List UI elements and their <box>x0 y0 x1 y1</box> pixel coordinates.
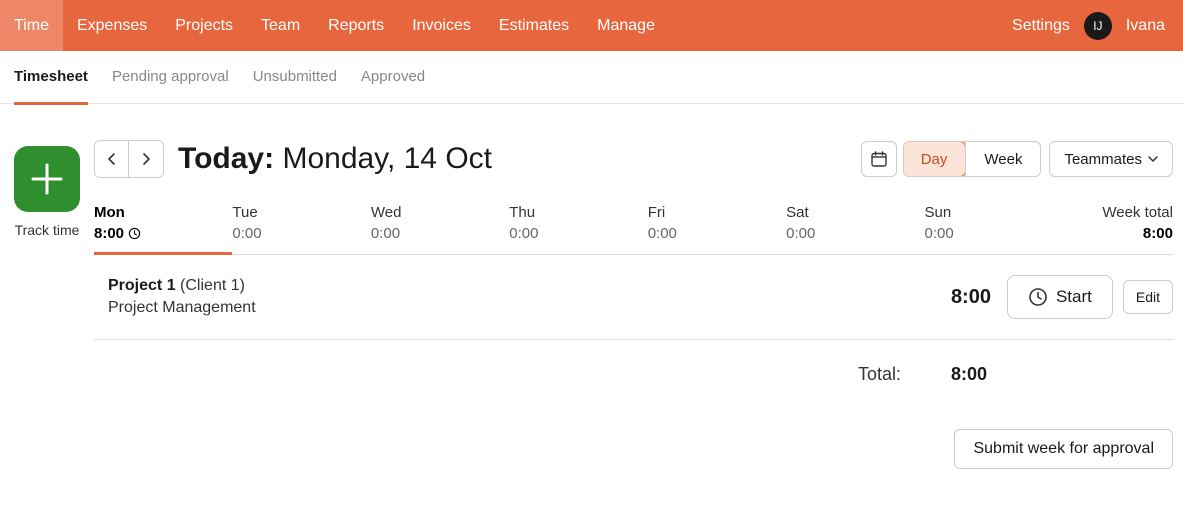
teammates-label: Teammates <box>1064 151 1142 168</box>
avatar[interactable]: IJ <box>1084 12 1112 40</box>
day-wed[interactable]: Wed 0:00 <box>371 204 509 254</box>
clock-icon <box>128 227 141 240</box>
day-strip: Mon 8:00 Tue 0:00 Wed 0:00 Thu 0:00 Fri … <box>94 204 1173 255</box>
tab-pending-approval[interactable]: Pending approval <box>112 51 229 105</box>
submit-row: Submit week for approval <box>94 429 1173 469</box>
clock-icon <box>1028 287 1048 307</box>
nav-reports[interactable]: Reports <box>314 0 398 51</box>
plus-icon <box>27 159 67 199</box>
nav-team[interactable]: Team <box>247 0 314 51</box>
topnav-right: Settings IJ Ivana <box>1012 12 1183 40</box>
day-name: Sun <box>925 204 1063 221</box>
day-thu[interactable]: Thu 0:00 <box>509 204 647 254</box>
track-time-label: Track time <box>0 222 94 238</box>
edit-button[interactable]: Edit <box>1123 280 1173 314</box>
view-week[interactable]: Week <box>965 142 1040 176</box>
nav-expenses[interactable]: Expenses <box>63 0 161 51</box>
chevron-down-icon <box>1148 154 1158 164</box>
start-label: Start <box>1056 287 1092 307</box>
day-sun[interactable]: Sun 0:00 <box>925 204 1063 254</box>
day-name: Thu <box>509 204 647 221</box>
entry-hours: 8:00 <box>901 286 991 309</box>
day-tue[interactable]: Tue 0:00 <box>232 204 370 254</box>
total-row: Total: 8:00 <box>94 340 1173 409</box>
total-value: 8:00 <box>931 364 987 385</box>
track-time-button[interactable] <box>14 146 80 212</box>
calendar-button[interactable] <box>861 141 897 177</box>
main: Track time Today: Monday, 14 Oct Da <box>0 104 1183 469</box>
nav-time[interactable]: Time <box>0 0 63 51</box>
day-sat[interactable]: Sat 0:00 <box>786 204 924 254</box>
topnav-left: Time Expenses Projects Team Reports Invo… <box>0 0 669 51</box>
day-time: 0:00 <box>648 225 786 242</box>
entry-client: (Client 1) <box>180 277 245 294</box>
entry-project: Project 1 <box>108 277 176 294</box>
day-time: 0:00 <box>786 225 924 242</box>
day-fri[interactable]: Fri 0:00 <box>648 204 786 254</box>
topnav: Time Expenses Projects Team Reports Invo… <box>0 0 1183 51</box>
nav-estimates[interactable]: Estimates <box>485 0 583 51</box>
day-name: Wed <box>371 204 509 221</box>
nav-manage[interactable]: Manage <box>583 0 669 51</box>
day-name: Mon <box>94 204 232 221</box>
nav-projects[interactable]: Projects <box>161 0 247 51</box>
day-mon[interactable]: Mon 8:00 <box>94 204 232 255</box>
week-total-time: 8:00 <box>1063 225 1173 242</box>
entry-info: Project 1 (Client 1) Project Management <box>108 277 901 317</box>
view-toggle: Day Week <box>903 141 1042 177</box>
content: Today: Monday, 14 Oct Day Week Teammates… <box>94 140 1183 469</box>
day-name: Sat <box>786 204 924 221</box>
side-column: Track time <box>0 140 94 469</box>
tab-approved[interactable]: Approved <box>361 51 425 105</box>
week-total: Week total 8:00 <box>1063 204 1173 254</box>
prev-day-button[interactable] <box>95 141 129 177</box>
calendar-icon <box>870 150 888 168</box>
day-name: Fri <box>648 204 786 221</box>
submit-week-button[interactable]: Submit week for approval <box>954 429 1173 469</box>
nav-username[interactable]: Ivana <box>1126 17 1165 35</box>
week-total-label: Week total <box>1063 204 1173 221</box>
tab-unsubmitted[interactable]: Unsubmitted <box>253 51 337 105</box>
day-name: Tue <box>232 204 370 221</box>
view-day[interactable]: Day <box>903 141 967 177</box>
day-time: 0:00 <box>232 225 370 242</box>
nav-settings[interactable]: Settings <box>1012 17 1070 35</box>
tab-timesheet[interactable]: Timesheet <box>14 51 88 105</box>
day-time: 8:00 <box>94 225 232 242</box>
chevron-right-icon <box>139 152 153 166</box>
teammates-button[interactable]: Teammates <box>1049 141 1173 177</box>
entry-task: Project Management <box>108 299 901 317</box>
day-time: 0:00 <box>925 225 1063 242</box>
date-nav <box>94 140 164 178</box>
page-title-today: Today: <box>178 142 274 175</box>
nav-invoices[interactable]: Invoices <box>398 0 485 51</box>
header-row: Today: Monday, 14 Oct Day Week Teammates <box>94 140 1173 178</box>
day-time: 0:00 <box>371 225 509 242</box>
subtabs: Timesheet Pending approval Unsubmitted A… <box>0 51 1183 104</box>
page-title-date: Monday, 14 Oct <box>282 142 492 175</box>
time-entry-row: Project 1 (Client 1) Project Management … <box>94 255 1173 340</box>
page-title: Today: Monday, 14 Oct <box>178 142 492 176</box>
next-day-button[interactable] <box>129 141 163 177</box>
total-label: Total: <box>858 364 901 385</box>
day-time: 0:00 <box>509 225 647 242</box>
chevron-left-icon <box>105 152 119 166</box>
start-button[interactable]: Start <box>1007 275 1113 319</box>
